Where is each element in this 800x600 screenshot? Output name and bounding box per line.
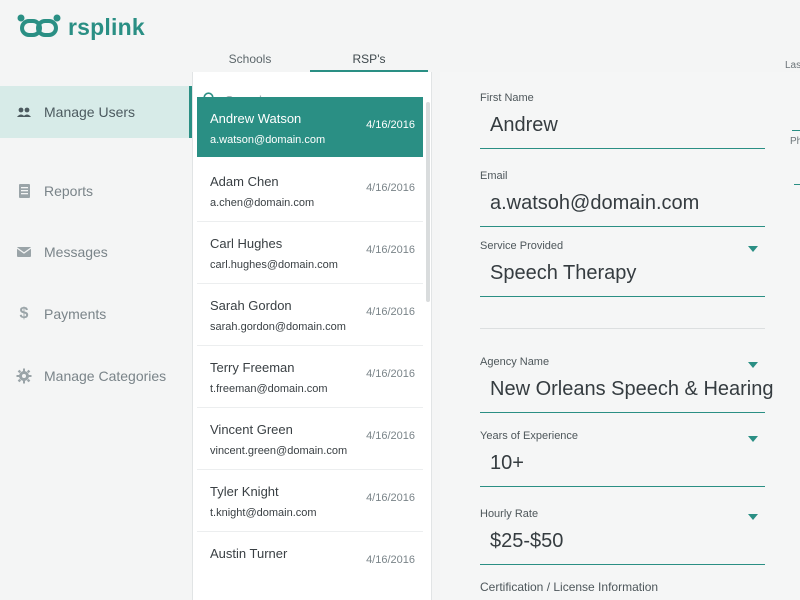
sidebar-item-payments[interactable]: $ Payments [0,288,192,340]
sidebar-item-reports[interactable]: Reports [0,165,192,217]
sidebar-item-label: Payments [44,306,107,322]
field-underline [794,184,800,185]
user-detail-form: First Name Andrew Email a.watsoh@domain.… [440,60,800,600]
document-icon [19,184,30,198]
sidebar-item-manage-users[interactable]: Manage Users [0,86,192,138]
agency-value: New Orleans Speech & Hearing [490,378,774,400]
chevron-down-icon [748,246,758,252]
sidebar-item-manage-categories[interactable]: Manage Categories [0,350,192,402]
certification-field[interactable]: Certification / License Information [480,580,770,598]
list-scrollbar[interactable] [426,102,430,302]
user-email: carl.hughes@domain.com [210,259,338,271]
user-date: 4/16/2016 [366,368,415,380]
email-value: a.watsoh@domain.com [490,192,700,214]
experience-label: Years of Experience [480,430,579,442]
field-underline [792,130,800,131]
user-name: Terry Freeman [210,360,295,375]
user-list-item[interactable]: Andrew Watson a.watson@domain.com 4/16/2… [197,97,423,157]
field-underline [480,296,765,297]
app-logo[interactable]: rsplink [16,12,145,42]
user-date: 4/16/2016 [366,119,415,131]
hourly-rate-label: Hourly Rate [480,508,539,520]
email-field[interactable]: Email a.watsoh@domain.com [480,170,770,230]
hourly-rate-select[interactable]: Hourly Rate $25-$50 [480,508,770,568]
dollar-icon: $ [19,305,29,322]
field-underline [480,412,765,413]
section-divider [480,328,765,329]
field-underline [480,564,765,565]
sidebar-item-label: Reports [44,183,94,199]
user-date: 4/16/2016 [366,182,415,194]
email-label: Email [480,170,508,182]
user-list-item[interactable]: Tyler Knight t.knight@domain.com 4/16/20… [197,470,423,530]
first-name-label: First Name [480,92,534,104]
user-email: t.freeman@domain.com [210,383,328,395]
user-email: vincent.green@domain.com [210,445,348,457]
sidebar-item-messages[interactable]: Messages [0,226,192,278]
user-date: 4/16/2016 [366,306,415,318]
certification-label: Certification / License Information [480,580,659,594]
tab-schools[interactable]: Schools [192,48,308,70]
user-email: t.knight@domain.com [210,507,317,519]
experience-value: 10+ [490,452,524,474]
user-name: Vincent Green [210,422,293,437]
user-name: Sarah Gordon [210,298,292,313]
service-select[interactable]: Service Provided Speech Therapy [480,240,770,300]
first-name-field[interactable]: First Name Andrew [480,92,770,152]
user-list-item[interactable]: Terry Freeman t.freeman@domain.com 4/16/… [197,346,423,406]
service-value: Speech Therapy [490,262,637,284]
user-name: Austin Turner [210,546,288,561]
user-list-item[interactable]: Vincent Green vincent.green@domain.com 4… [197,408,423,468]
user-date: 4/16/2016 [366,244,415,256]
list-tabs: Schools RSP's [192,48,430,72]
agency-select[interactable]: Agency Name New Orleans Speech & Hearing [480,356,774,416]
user-email: a.chen@domain.com [210,197,315,209]
user-list-item[interactable]: Adam Chen a.chen@domain.com 4/16/2016 [197,160,423,220]
sidebar-item-label: Manage Categories [44,368,167,384]
link-logo-icon [17,14,61,37]
tab-rsps[interactable]: RSP's [310,48,428,72]
field-underline [480,148,765,149]
user-name: Tyler Knight [210,484,279,499]
experience-select[interactable]: Years of Experience 10+ [480,430,770,490]
user-list-item[interactable]: Austin Turner 4/16/2016 [197,532,423,592]
user-date: 4/16/2016 [366,430,415,442]
chevron-down-icon [748,436,758,442]
envelope-icon [16,247,32,257]
first-name-value: Andrew [490,114,558,136]
user-date: 4/16/2016 [366,492,415,504]
service-label: Service Provided [480,240,564,252]
phone-label-partial: Ph [790,136,800,147]
users-icon [17,107,31,117]
user-name: Adam Chen [210,174,279,189]
user-list-item[interactable]: Carl Hughes carl.hughes@domain.com 4/16/… [197,222,423,282]
user-list-item[interactable]: Sarah Gordon sarah.gordon@domain.com 4/1… [197,284,423,344]
user-date: 4/16/2016 [366,554,415,566]
sidebar-nav: Manage Users Reports Messages $ Payments [0,86,192,600]
sidebar-item-label: Messages [44,244,108,260]
user-list-panel: Andrew Watson a.watson@domain.com 4/16/2… [192,72,432,600]
gear-icon [16,368,32,384]
sidebar-item-label: Manage Users [44,104,136,120]
chevron-down-icon [748,514,758,520]
agency-label: Agency Name [480,356,550,368]
last-name-label-partial: Las [785,60,800,71]
user-email: a.watson@domain.com [210,134,326,146]
user-name: Carl Hughes [210,236,283,251]
hourly-rate-value: $25-$50 [490,530,564,552]
user-email: sarah.gordon@domain.com [210,321,346,333]
field-underline [480,226,765,227]
chevron-down-icon [748,362,758,368]
app-screen: rsplink Manage Users Reports Messages $ … [0,0,800,600]
user-name: Andrew Watson [210,111,302,126]
logo-text: rsplink [68,13,145,40]
field-underline [480,486,765,487]
